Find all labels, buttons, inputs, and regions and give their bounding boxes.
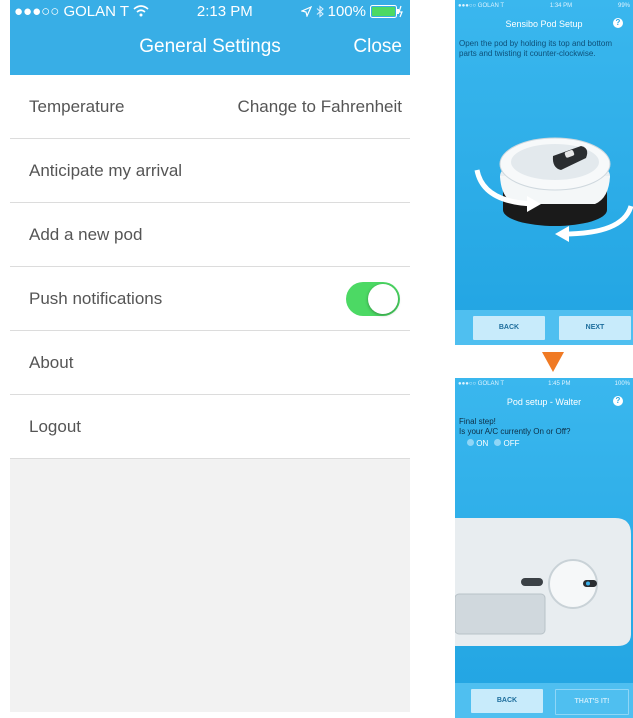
row-label: Anticipate my arrival: [29, 160, 183, 180]
down-arrow-icon: [542, 352, 564, 372]
settings-row-add-pod[interactable]: Add a new pod: [10, 203, 410, 267]
wifi-icon: [133, 5, 149, 17]
option-off-label: OFF: [503, 439, 520, 448]
location-arrow-icon: [300, 5, 312, 17]
status-bar: ●●●○○ GOLAN T 1:45 PM 100%: [455, 378, 633, 390]
carrier-label: ●●●○○ GOLAN T: [458, 381, 505, 387]
radio-dot-icon: [467, 439, 474, 446]
footer-bar: BACK THAT'S IT!: [455, 683, 633, 718]
ac-unit-illustration: [455, 518, 631, 646]
question-text: Is your A/C currently On or Off?: [459, 427, 571, 436]
toggle-knob: [368, 283, 398, 314]
nav-bar: General Settings Close: [10, 22, 410, 75]
next-button[interactable]: NEXT: [559, 316, 631, 340]
final-step-text: Final step!: [459, 417, 496, 426]
battery-percent: 100%: [327, 2, 366, 20]
radio-dot-icon: [494, 439, 502, 446]
close-button[interactable]: Close: [353, 36, 402, 58]
carrier-label: ●●●○○ GOLAN T: [14, 2, 130, 20]
pod-setup-screen: ●●●○○ GOLAN T 1:34 PM 99% Sensibo Pod Se…: [455, 0, 633, 345]
clock: 1:45 PM: [548, 381, 571, 387]
thats-it-button[interactable]: THAT'S IT!: [555, 689, 629, 715]
status-bar: ●●●○○ GOLAN T 1:34 PM 99%: [455, 0, 633, 12]
radio-off[interactable]: OFF: [494, 439, 519, 448]
settings-row-push-notifications: Push notifications: [10, 267, 410, 331]
header: ●●●○○ GOLAN T 2:13 PM 100% General Setti…: [10, 0, 410, 75]
status-bar: ●●●○○ GOLAN T 2:13 PM 100%: [10, 0, 410, 22]
settings-row-anticipate-arrival[interactable]: Anticipate my arrival: [10, 139, 410, 203]
pod-setup-walter-screen: ●●●○○ GOLAN T 1:45 PM 100% Pod setup - W…: [455, 378, 633, 718]
page-title: Sensibo Pod Setup: [505, 19, 583, 29]
option-on-label: ON: [476, 439, 489, 448]
bluetooth-icon: [316, 4, 324, 18]
general-settings-screen: ●●●○○ GOLAN T 2:13 PM 100% General Setti…: [10, 0, 410, 712]
change-to-fahrenheit-link[interactable]: Change to Fahrenheit: [238, 97, 402, 117]
clock: 2:13 PM: [196, 2, 253, 20]
settings-row-logout[interactable]: Logout: [10, 395, 410, 459]
help-icon[interactable]: ?: [613, 396, 623, 406]
page-title: General Settings: [139, 36, 281, 57]
radio-on[interactable]: ON: [467, 439, 488, 448]
clock: 1:34 PM: [549, 3, 573, 9]
footer-bar: BACK NEXT: [455, 310, 633, 345]
carrier-label: ●●●○○ GOLAN T: [458, 3, 505, 9]
row-label: About: [29, 352, 74, 372]
row-label: Add a new pod: [29, 224, 143, 244]
settings-list: Temperature Change to Fahrenheit Anticip…: [10, 75, 410, 459]
battery-percent: 99%: [617, 3, 630, 9]
ac-state-options: ON OFF: [467, 439, 633, 448]
row-label: Logout: [29, 416, 81, 436]
help-icon[interactable]: ?: [613, 18, 623, 28]
battery-percent: 100%: [614, 381, 630, 387]
instruction-text: Open the pod by holding its top and bott…: [459, 39, 612, 58]
page-title: Pod setup - Walter: [506, 397, 582, 407]
settings-row-temperature[interactable]: Temperature Change to Fahrenheit: [10, 75, 410, 139]
battery-icon: [369, 4, 403, 18]
back-button[interactable]: BACK: [473, 316, 545, 340]
back-button[interactable]: BACK: [471, 689, 543, 713]
push-notifications-toggle[interactable]: [346, 281, 400, 316]
row-label: Temperature: [29, 96, 125, 116]
row-label: Push notifications: [29, 288, 163, 308]
pod-twist-illustration: [474, 137, 633, 242]
settings-row-about[interactable]: About: [10, 331, 410, 395]
